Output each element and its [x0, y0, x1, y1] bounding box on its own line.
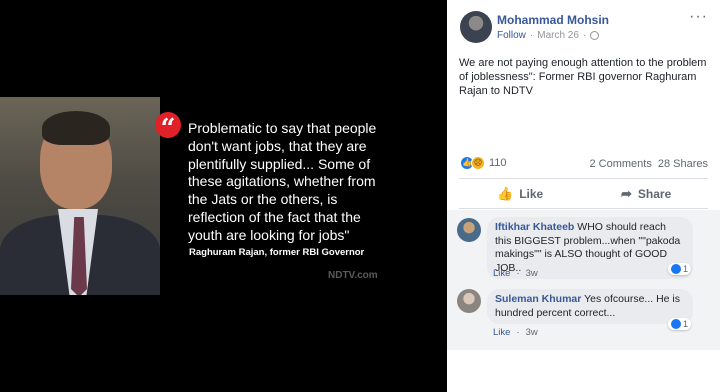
divider [459, 178, 708, 179]
like-button-label: Like [519, 187, 544, 201]
comment-reaction-count: 1 [683, 264, 689, 274]
commenter-name[interactable]: Suleman Khumar [495, 293, 581, 305]
speaker-photo [0, 97, 160, 295]
like-reaction-icon [671, 264, 681, 274]
post-text: We are not paying enough attention to th… [459, 57, 707, 97]
author-name[interactable]: Mohammad Mohsin [497, 13, 609, 27]
post-sidebar: Mohammad Mohsin Follow · March 26 · ··· … [447, 0, 720, 392]
comment-bubble: Suleman Khumar Yes ofcourse... He is hun… [487, 289, 693, 324]
post-meta: Follow · March 26 · [497, 30, 600, 41]
comment-reactions[interactable]: 1 [668, 318, 692, 330]
thumbs-up-icon: 👍 [497, 186, 514, 201]
sad-reaction-icon: ☹ [471, 156, 485, 170]
comment-like-link[interactable]: Like [493, 268, 510, 279]
comments-count[interactable]: 2 Comments [589, 158, 651, 170]
comment-time[interactable]: 3w [526, 268, 538, 279]
quote-source: Raghuram Rajan, former RBI Governor [189, 247, 365, 258]
comment-time[interactable]: 3w [526, 327, 538, 338]
like-button[interactable]: 👍 Like [497, 186, 543, 202]
author-avatar[interactable] [460, 11, 492, 43]
reaction-count: 110 [489, 157, 507, 169]
comment-reactions[interactable]: 1 [668, 263, 692, 275]
meta-separator-2: · [582, 30, 587, 41]
more-options-icon[interactable]: ··· [689, 8, 708, 26]
globe-icon [590, 31, 600, 40]
comment-reaction-count: 1 [683, 319, 689, 329]
shares-count[interactable]: 28 Shares [658, 158, 708, 170]
comment-actions: Like · 3w [493, 327, 538, 338]
commenter-avatar[interactable] [457, 218, 481, 242]
commenter-name[interactable]: Iftikhar Khateeb [495, 221, 574, 233]
comment-like-link[interactable]: Like [493, 327, 510, 338]
quote-text: Problematic to say that people don't wan… [188, 120, 377, 243]
meta-separator: · [529, 30, 534, 41]
commenter-avatar[interactable] [457, 289, 481, 313]
post-date[interactable]: March 26 [537, 30, 579, 41]
post-media-image[interactable]: “ Problematic to say that people don't w… [0, 0, 447, 392]
divider [459, 208, 708, 209]
comment-dot: · [516, 327, 520, 338]
like-reaction-icon [671, 319, 681, 329]
share-button-label: Share [637, 187, 672, 201]
share-icon: ➦ [621, 186, 632, 201]
quote-icon: “ [155, 112, 181, 144]
ndtv-watermark: NDTV.com [328, 270, 378, 281]
follow-link[interactable]: Follow [497, 30, 526, 41]
comment-dot: · [516, 268, 520, 279]
share-button[interactable]: ➦ Share [621, 186, 671, 202]
engagement-counts: 2 Comments 28 Shares [589, 158, 708, 170]
reactions-summary[interactable]: 👍 ☹ 110 [460, 156, 507, 170]
comment-actions: Like · 3w [493, 268, 538, 279]
